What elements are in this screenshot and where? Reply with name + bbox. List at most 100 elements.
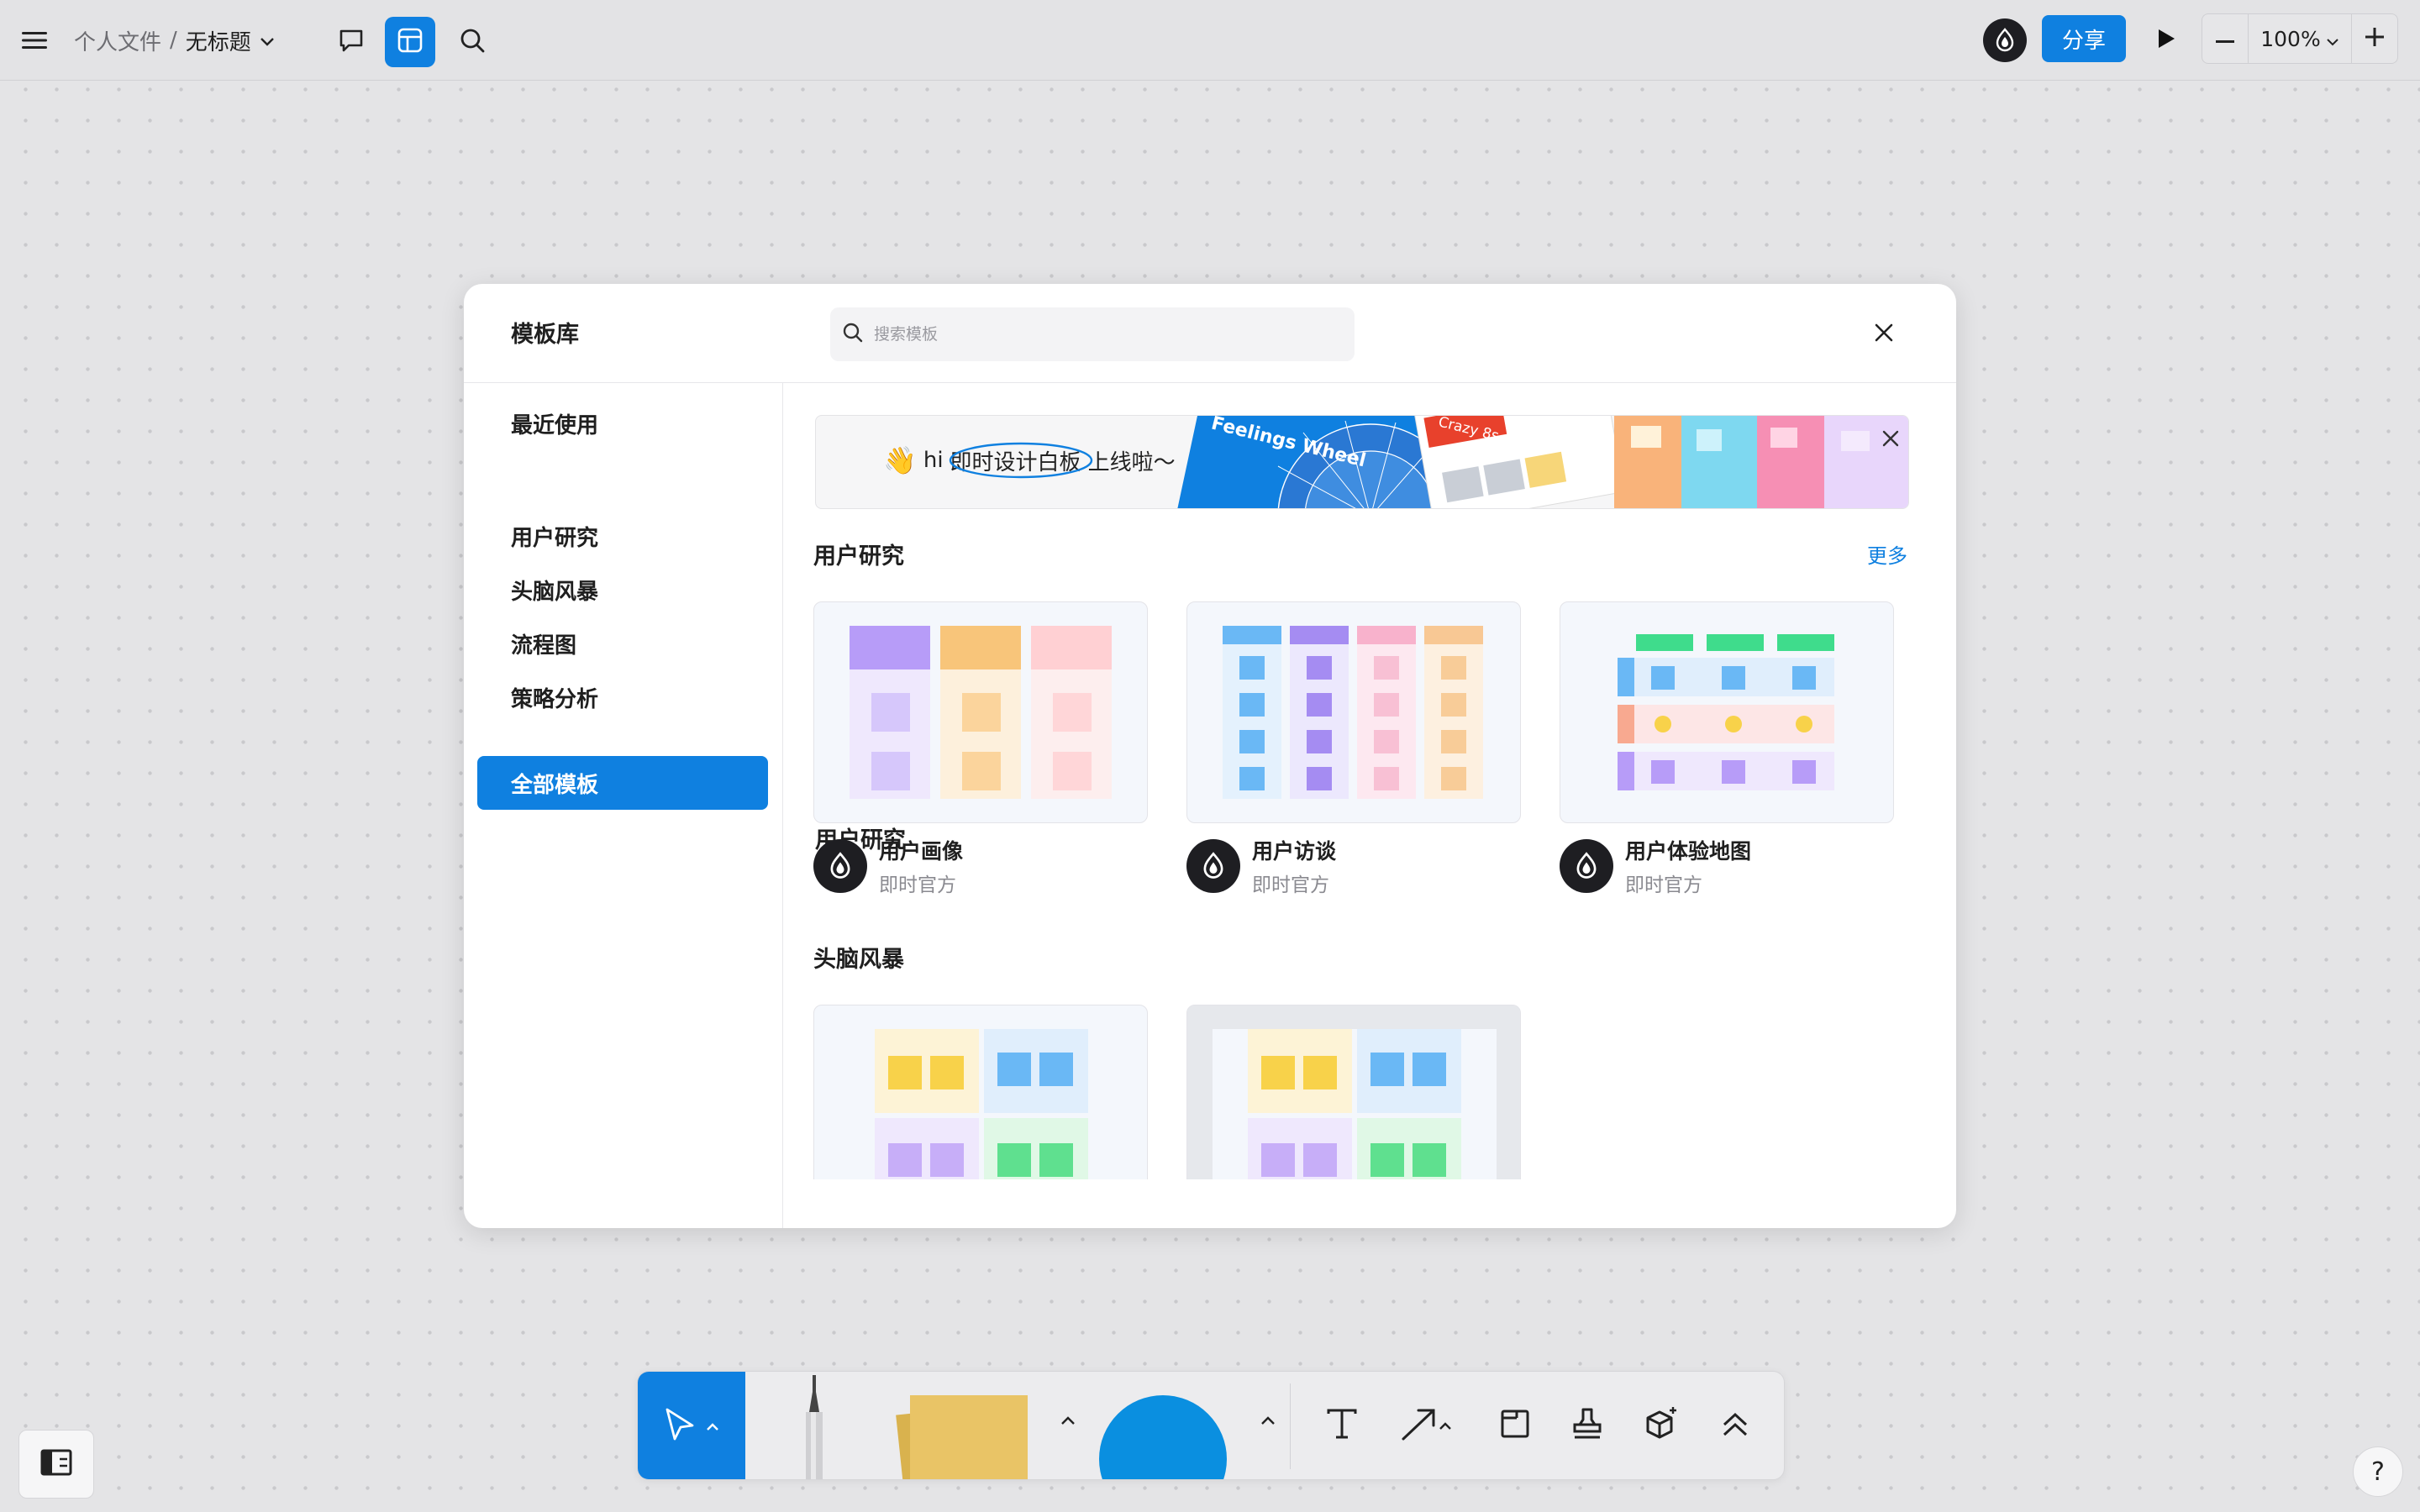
sidebar-item-strategy[interactable]: 策略分析 (477, 670, 768, 724)
close-icon (1881, 429, 1900, 451)
sticky-note-tool-button[interactable] (890, 1387, 1033, 1479)
breadcrumb-separator: / (170, 28, 177, 53)
help-button[interactable]: ? (2353, 1446, 2403, 1497)
template-name: 用户画像 (879, 839, 964, 864)
sidebar-toggle-button[interactable] (18, 1430, 94, 1499)
template-card-brainstorm-1[interactable] (813, 1005, 1148, 1179)
wave-hand-icon: 👋 (883, 444, 917, 476)
search-input[interactable] (874, 325, 1344, 344)
breadcrumb-parent[interactable]: 个人文件 (74, 25, 161, 56)
chevron-up-icon (1260, 1413, 1276, 1429)
sidebar-item-label: 用户研究 (511, 525, 599, 551)
template-categories: 最近使用 全部模板 用户研究 头脑风暴 流程图 策略分析 (464, 383, 783, 1228)
banner-highlight: 即时设计白板 (949, 442, 1092, 478)
sidebar-item-label: 策略分析 (511, 686, 599, 712)
sidebar-icon (39, 1448, 73, 1480)
app-logo-icon (1560, 839, 1613, 893)
comment-tool-button[interactable] (326, 17, 376, 67)
double-chevron-up-icon (1721, 1410, 1749, 1441)
select-tool-button[interactable] (638, 1372, 745, 1479)
chevron-up-icon[interactable] (1439, 1418, 1452, 1434)
more-tools-button[interactable] (1712, 1402, 1759, 1449)
banner-message: 👋 hi 即时设计白板 上线啦～ (883, 442, 1176, 478)
zoom-level: 100% (2260, 26, 2321, 51)
search-icon (459, 27, 486, 57)
template-card-user-persona[interactable]: 用户画像 即时官方 (813, 601, 1148, 896)
sidebar-item-recent[interactable]: 最近使用 (477, 396, 768, 450)
arrow-icon (1400, 1405, 1439, 1446)
zoom-control: 100% (2202, 13, 2398, 64)
pen-tool-button[interactable] (797, 1375, 831, 1479)
announcement-banner[interactable]: 👋 hi 即时设计白板 上线啦～ Feelings Wheel Crazy 8s (815, 415, 1909, 509)
sticky-note-options[interactable] (1051, 1404, 1085, 1437)
close-banner-button[interactable] (1876, 426, 1905, 454)
text-icon (1325, 1407, 1359, 1444)
plus-icon (2365, 28, 2384, 50)
template-card-customer-journey[interactable]: 用户体验地图 即时官方 (1560, 601, 1894, 896)
template-search (830, 307, 1355, 361)
template-card-brainstorm-2[interactable] (1186, 1005, 1521, 1179)
template-thumbnail (813, 1005, 1148, 1179)
section-user-research-title: 用户研究 (813, 543, 904, 570)
present-button[interactable] (2146, 20, 2186, 60)
banner-greeting: hi (923, 448, 944, 473)
sticky-note-icon (896, 1395, 1028, 1479)
stamp-icon (1570, 1406, 1605, 1445)
tool-dock (637, 1371, 1785, 1480)
top-bar: 个人文件 / 无标题 分享 100% (0, 0, 2420, 81)
sidebar-item-label: 流程图 (511, 633, 577, 659)
connector-tool-button[interactable] (1392, 1402, 1460, 1449)
frame-tool-button[interactable] (1491, 1402, 1539, 1449)
template-meta: 用户访谈 即时官方 (1186, 837, 1337, 896)
sidebar-item-user-research[interactable]: 用户研究 (477, 509, 768, 563)
sidebar-item-label: 头脑风暴 (511, 579, 599, 605)
search-icon (842, 322, 864, 347)
zoom-in-button[interactable] (2352, 14, 2397, 63)
template-author: 即时官方 (1252, 874, 1329, 896)
chevron-up-icon[interactable] (706, 1419, 719, 1435)
shape-tool-button[interactable] (1092, 1392, 1234, 1479)
chevron-down-icon[interactable] (260, 28, 275, 53)
banner-illustration (1177, 416, 1908, 508)
dock-divider (1290, 1383, 1291, 1469)
section-brainstorm-title: 头脑风暴 (813, 947, 904, 973)
shape-options[interactable] (1251, 1404, 1285, 1437)
app-logo-icon (1186, 839, 1240, 893)
sidebar-item-all-templates[interactable]: 全部模板 (477, 756, 768, 810)
close-modal-button[interactable] (1865, 316, 1902, 353)
template-meta: 用户画像 即时官方 (813, 837, 964, 896)
stamp-tool-button[interactable] (1564, 1402, 1611, 1449)
minus-icon (2216, 31, 2234, 47)
file-title[interactable]: 无标题 (186, 25, 251, 56)
breadcrumb: 个人文件 / 无标题 (74, 24, 275, 57)
menu-icon[interactable] (15, 21, 54, 60)
pen-icon (806, 1375, 823, 1479)
template-thumbnail (1186, 1005, 1521, 1179)
template-thumbnail (1560, 601, 1894, 823)
more-link[interactable]: 更多 (1867, 539, 1907, 569)
template-meta: 用户体验地图 即时官方 (1560, 837, 1752, 896)
sidebar-item-flowchart[interactable]: 流程图 (477, 617, 768, 670)
template-author: 即时官方 (879, 874, 956, 896)
components-tool-button[interactable] (1638, 1402, 1685, 1449)
template-name: 用户体验地图 (1625, 839, 1752, 864)
zoom-level-dropdown[interactable]: 100% (2248, 14, 2352, 63)
share-button[interactable]: 分享 (2042, 15, 2126, 62)
search-button[interactable] (447, 17, 497, 67)
template-thumbnail (813, 601, 1148, 823)
comment-icon (338, 27, 365, 57)
template-library-button[interactable] (385, 17, 435, 67)
cube-sparkle-icon (1643, 1405, 1680, 1446)
sidebar-item-brainstorm[interactable]: 头脑风暴 (477, 563, 768, 617)
template-card-user-interview[interactable]: 用户访谈 即时官方 (1186, 601, 1521, 896)
text-tool-button[interactable] (1318, 1402, 1365, 1449)
modal-header: 模板库 (464, 284, 1956, 383)
zoom-out-button[interactable] (2202, 14, 2248, 63)
cursor-icon (664, 1407, 697, 1446)
template-name: 用户访谈 (1252, 839, 1337, 864)
chevron-down-icon (2326, 27, 2339, 51)
modal-title: 模板库 (511, 322, 579, 348)
sidebar-item-label: 全部模板 (511, 772, 599, 798)
play-icon (2156, 28, 2176, 53)
app-logo-icon[interactable] (1983, 18, 2027, 62)
